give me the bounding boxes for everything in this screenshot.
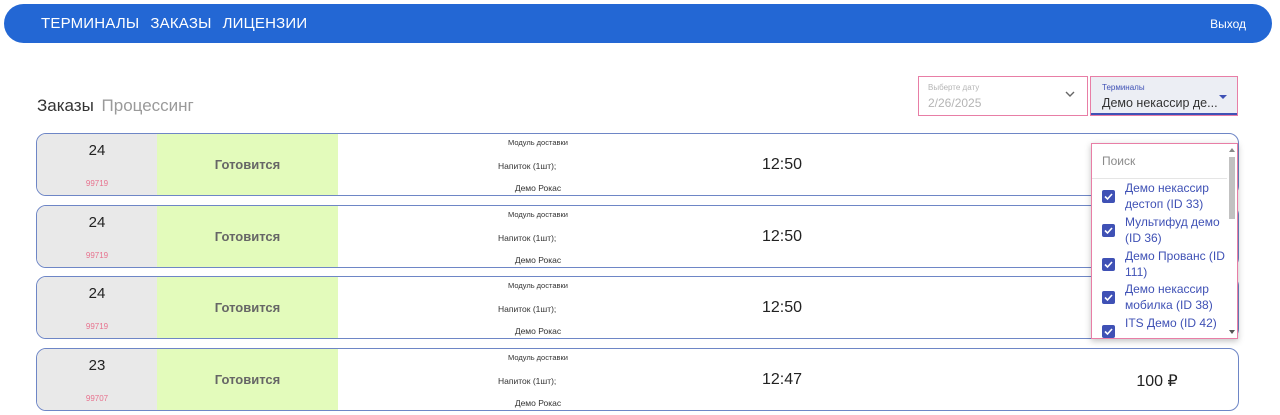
order-number: 23 (88, 357, 106, 374)
caret-down-icon[interactable] (1219, 95, 1227, 99)
checkbox-checked-icon[interactable] (1102, 258, 1115, 271)
dropdown-option-label: Мультифуд демо (ID 36) (1125, 215, 1220, 245)
top-navbar: ТЕРМИНАЛЫ ЗАКАЗЫ ЛИЦЕНЗИИ Выход (4, 4, 1272, 43)
checkbox-checked-icon[interactable] (1102, 190, 1115, 203)
order-module: Модуль доставки (508, 138, 568, 147)
order-number-cell: 23 99707 (37, 349, 157, 410)
dropdown-option[interactable]: Мультифуд демо (ID 36) (1092, 213, 1226, 247)
terminals-select[interactable]: Терминалы Демо некассир де... (1090, 76, 1238, 116)
page-title-main: Заказы (37, 96, 94, 115)
order-number: 24 (88, 214, 106, 231)
dropdown-option-label: Демо некассир дестоп (ID 33) (1125, 181, 1209, 211)
order-card[interactable]: 24 99719 Готовится Модуль доставки Напит… (36, 133, 1239, 196)
order-status: Готовится (214, 372, 281, 387)
order-time: 12:50 (761, 156, 803, 173)
date-picker[interactable]: Выберте дату 2/26/2025 (918, 76, 1088, 116)
order-price: 100 ₽ (1136, 373, 1178, 390)
scroll-up-arrow-icon[interactable] (1229, 148, 1235, 152)
order-item: Напиток (1шт); (498, 161, 557, 171)
scroll-down-arrow-icon[interactable] (1229, 330, 1235, 334)
date-picker-label: Выберте дату (928, 83, 980, 92)
order-time: 12:50 (761, 299, 803, 316)
dropdown-option[interactable]: Демо Прованс (ID 111) (1092, 247, 1226, 281)
dropdown-option[interactable]: ITS Демо (ID 42) (1092, 314, 1226, 338)
checkbox-checked-icon[interactable] (1102, 291, 1115, 304)
dropdown-option-label: Демо Прованс (ID 111) (1125, 249, 1225, 279)
order-number-cell: 24 99719 (37, 277, 157, 338)
order-time: 12:50 (761, 228, 803, 245)
checkbox-checked-icon[interactable] (1102, 325, 1115, 338)
order-client: Демо Рокас (514, 183, 562, 193)
order-number: 24 (88, 142, 106, 159)
page-title-subtitle: Процессинг (101, 96, 194, 115)
date-picker-value: 2/26/2025 (928, 96, 982, 110)
checkbox-checked-icon[interactable] (1102, 224, 1115, 237)
order-item: Напиток (1шт); (498, 376, 557, 386)
dropdown-option[interactable]: Демо некассир мобилка (ID 38) (1092, 280, 1226, 314)
dropdown-scrollbar[interactable] (1228, 146, 1236, 336)
order-card[interactable]: 24 99719 Готовится Модуль доставки Напит… (36, 205, 1239, 268)
nav-link-licenses[interactable]: ЛИЦЕНЗИИ (223, 15, 308, 32)
order-module: Модуль доставки (508, 281, 568, 290)
terminals-select-value: Демо некассир де... (1102, 96, 1218, 110)
order-code: 99719 (85, 179, 109, 188)
order-details: Модуль доставки Напиток (1шт); Демо Рока… (338, 134, 738, 195)
order-details: Модуль доставки Напиток (1шт); Демо Рока… (338, 206, 738, 267)
order-module: Модуль доставки (508, 210, 568, 219)
terminals-dropdown: Поиск Демо некассир дестоп (ID 33) Мульт… (1091, 143, 1238, 339)
order-module: Модуль доставки (508, 353, 568, 362)
order-status-cell: Готовится (157, 134, 338, 195)
order-code: 99707 (85, 394, 109, 403)
order-card[interactable]: 24 99719 Готовится Модуль доставки Напит… (36, 276, 1239, 339)
nav-link-orders[interactable]: ЗАКАЗЫ (150, 15, 211, 32)
dropdown-search-input[interactable]: Поиск (1102, 154, 1135, 168)
order-details: Модуль доставки Напиток (1шт); Демо Рока… (338, 277, 738, 338)
order-client: Демо Рокас (514, 326, 562, 336)
order-status: Готовится (214, 229, 281, 244)
order-card[interactable]: 23 99707 Готовится Модуль доставки Напит… (36, 348, 1239, 411)
select-underline (1091, 113, 1237, 115)
order-item: Напиток (1шт); (498, 233, 557, 243)
order-status: Готовится (214, 300, 281, 315)
order-status-cell: Готовится (157, 206, 338, 267)
dropdown-option-label: Демо некассир мобилка (ID 38) (1125, 282, 1213, 312)
logout-link[interactable]: Выход (1210, 17, 1246, 31)
order-client: Демо Рокас (514, 398, 562, 408)
order-time: 12:47 (761, 371, 803, 388)
nav-link-terminals[interactable]: ТЕРМИНАЛЫ (41, 15, 139, 32)
order-status: Готовится (214, 157, 281, 172)
order-status-cell: Готовится (157, 277, 338, 338)
scrollbar-thumb[interactable] (1229, 157, 1235, 219)
nav-links: ТЕРМИНАЛЫ ЗАКАЗЫ ЛИЦЕНЗИИ (41, 15, 307, 32)
chevron-down-icon[interactable] (1065, 89, 1075, 99)
order-item: Напиток (1шт); (498, 304, 557, 314)
order-number: 24 (88, 285, 106, 302)
order-client: Демо Рокас (514, 255, 562, 265)
page-title: Заказы Процессинг (37, 96, 194, 116)
dropdown-option[interactable]: Демо некассир дестоп (ID 33) (1092, 179, 1226, 213)
order-code: 99719 (85, 251, 109, 260)
order-number-cell: 24 99719 (37, 206, 157, 267)
order-number-cell: 24 99719 (37, 134, 157, 195)
dropdown-option-label: ITS Демо (ID 42) (1125, 316, 1217, 330)
order-status-cell: Готовится (157, 349, 338, 410)
order-details: Модуль доставки Напиток (1шт); Демо Рока… (338, 349, 738, 410)
terminals-select-label: Терминалы (1102, 83, 1145, 92)
order-code: 99719 (85, 322, 109, 331)
